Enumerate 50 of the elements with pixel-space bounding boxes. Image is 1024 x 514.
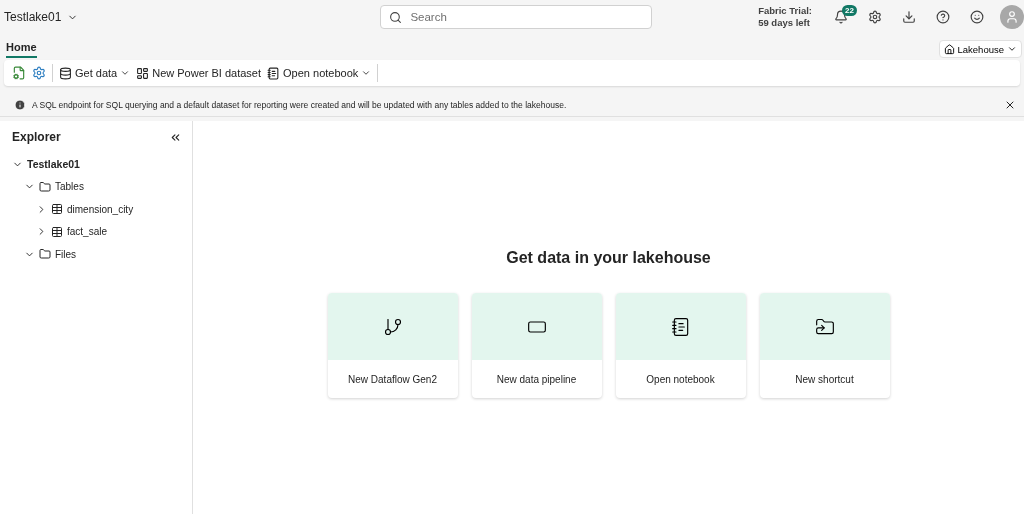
info-icon [14, 99, 26, 111]
section-title: Get data in your lakehouse [506, 249, 711, 267]
view-switcher[interactable]: Lakehouse [938, 40, 1022, 58]
download-icon [902, 10, 916, 24]
shortcut-icon [814, 316, 835, 337]
dashboard-icon [136, 66, 150, 80]
workspace-menu[interactable]: Testlake01 [4, 10, 79, 24]
caret-icon [361, 68, 372, 78]
action-card[interactable]: New Dataflow Gen2 [327, 293, 458, 398]
action-card[interactable]: New shortcut [759, 293, 890, 398]
settings-button[interactable] [32, 66, 46, 80]
caret-icon [120, 68, 131, 78]
search-input[interactable]: Search [408, 10, 652, 24]
explorer-title: Explorer [12, 130, 61, 144]
ribbon-tab[interactable]: Home [6, 41, 37, 58]
trial-status: Fabric Trial: 59 days left [758, 5, 812, 29]
gear-icon [32, 66, 46, 80]
table-icon [51, 203, 63, 216]
action-card[interactable]: New data pipeline [471, 293, 602, 398]
search-field[interactable]: Search [380, 5, 653, 29]
tree-item[interactable]: Testlake01 [27, 158, 80, 171]
tree-item[interactable]: fact_sale [67, 226, 108, 238]
gear-icon [868, 10, 882, 24]
database-icon [59, 66, 72, 80]
folder-icon [39, 180, 51, 193]
dataflow-icon [382, 316, 403, 337]
help-icon [936, 10, 950, 24]
caret-icon [1007, 44, 1017, 54]
table-icon [51, 225, 63, 238]
close-icon[interactable] [1004, 99, 1016, 111]
folder-icon [39, 248, 51, 261]
ribbon-button[interactable]: New Power BI dataset [136, 66, 262, 80]
search-icon [389, 10, 403, 24]
person-icon [1005, 10, 1019, 24]
banner-message: A SQL endpoint for SQL querying and a default dataset for reporting were created and will be updated with any tables added to the lakehouse. [32, 100, 567, 110]
house-icon [943, 43, 955, 55]
tree-item[interactable]: dimension_city [67, 203, 134, 215]
ribbon-button[interactable]: Open notebook [267, 66, 372, 80]
avatar[interactable] [1000, 5, 1024, 29]
file-icon [12, 66, 26, 80]
tree-item[interactable]: Tables [55, 181, 84, 193]
action-card[interactable]: Open notebook [615, 293, 746, 398]
notebook-icon [267, 66, 281, 80]
notification-count: 22 [842, 5, 857, 16]
refresh-button[interactable] [12, 66, 26, 80]
smiley-icon [970, 10, 984, 24]
tree-item[interactable]: Files [55, 248, 77, 260]
notebook-icon [670, 316, 691, 337]
notifications-button[interactable]: 22 [824, 2, 858, 32]
ribbon-button[interactable]: Get data [59, 66, 131, 80]
